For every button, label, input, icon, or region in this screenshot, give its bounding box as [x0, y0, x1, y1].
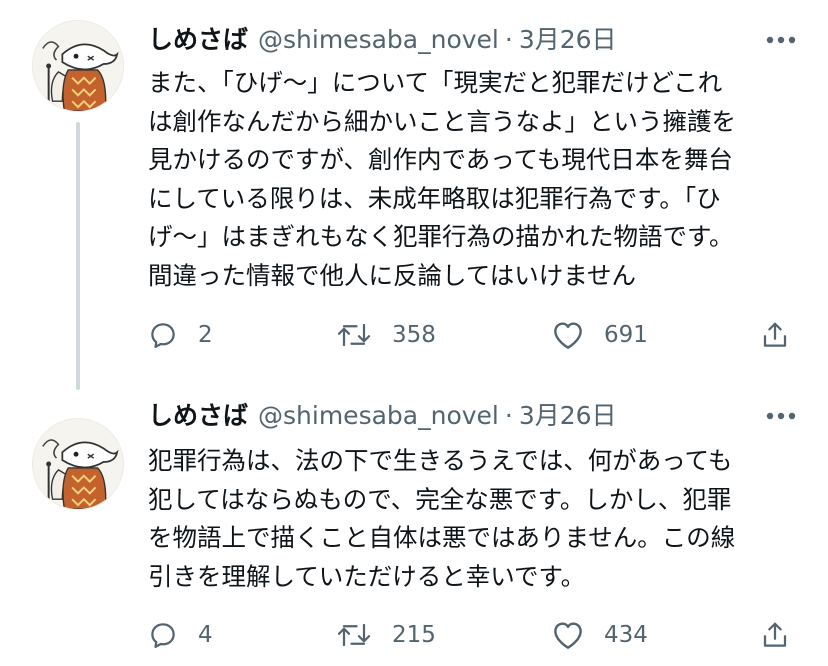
- action-bar: 2 358 691: [148, 314, 808, 356]
- action-bar: 4 215 434: [148, 614, 808, 656]
- tweet-header: しめさば @shimesaba_novel · 3月26日: [148, 22, 617, 58]
- share-button[interactable]: [760, 614, 790, 656]
- like-button[interactable]: 434: [552, 614, 648, 656]
- more-dots-icon: [766, 412, 796, 420]
- tweet-date[interactable]: 3月26日: [519, 398, 617, 434]
- tweet-text-line: は創作なんだから細かいこと言うなよ」という擁護を: [148, 106, 736, 136]
- tweet-text-line: 引きを理解していただけると幸いです。: [148, 561, 586, 591]
- avatar[interactable]: [32, 20, 124, 112]
- heart-icon: [554, 622, 582, 649]
- like-button[interactable]: 691: [552, 314, 648, 356]
- avatar[interactable]: [32, 418, 124, 510]
- thread-connector-line: [76, 122, 80, 390]
- retweet-icon: [337, 623, 371, 647]
- more-dots-icon: [766, 36, 796, 44]
- tweet[interactable]: しめさば @shimesaba_novel · 3月26日 また、「ひげ〜」につ…: [0, 0, 828, 396]
- separator-dot: ·: [504, 25, 513, 54]
- author-name[interactable]: しめさば: [148, 398, 248, 434]
- retweet-button[interactable]: 358: [336, 314, 436, 356]
- tweet-text-line: にしている限りは、未成年略取は犯罪行為です。「ひ: [148, 183, 721, 213]
- share-icon: [763, 322, 787, 347]
- share-icon: [763, 622, 787, 647]
- tweet-text-line: 犯罪行為は、法の下で生きるうえでは、何があっても: [148, 446, 733, 475]
- author-handle[interactable]: @shimesaba_novel: [258, 398, 499, 434]
- tweet-text-line: を物語上で描くこと自体は悪ではありません。この線: [148, 523, 736, 552]
- reply-icon: [151, 323, 175, 348]
- fish-character-avatar-icon: [33, 419, 123, 509]
- retweet-button[interactable]: 215: [336, 614, 436, 656]
- reply-count: 4: [198, 622, 213, 648]
- author-handle[interactable]: @shimesaba_novel: [258, 22, 499, 58]
- more-options-button[interactable]: [764, 402, 798, 430]
- reply-icon: [151, 623, 175, 648]
- like-count: 691: [604, 322, 648, 348]
- reply-count: 2: [198, 322, 213, 348]
- share-button[interactable]: [760, 314, 790, 356]
- retweet-count: 358: [392, 322, 436, 348]
- reply-button[interactable]: 2: [148, 314, 213, 356]
- fish-character-avatar-icon: [33, 21, 123, 111]
- tweet-text-line: 犯してはならぬもので、完全な悪です。しかし、犯罪: [148, 484, 732, 514]
- tweet-text-line: げ〜」はまぎれもなく犯罪行為の描かれた物語です。: [148, 222, 734, 251]
- reply-button[interactable]: 4: [148, 614, 213, 656]
- author-name[interactable]: しめさば: [148, 22, 248, 58]
- heart-icon: [554, 322, 582, 349]
- separator-dot: ·: [504, 401, 513, 430]
- tweet-text-line: また、「ひげ〜」について「現実だと犯罪だけどこれ: [148, 68, 723, 97]
- more-options-button[interactable]: [764, 26, 798, 54]
- tweet-date[interactable]: 3月26日: [519, 22, 617, 58]
- like-count: 434: [604, 622, 648, 648]
- tweet-text: 犯罪行為は、法の下で生きるうえでは、何があっても 犯してはならぬもので、完全な悪…: [148, 442, 798, 596]
- tweet-text: また、「ひげ〜」について「現実だと犯罪だけどこれ は創作なんだから細かいこと言う…: [148, 64, 798, 295]
- retweet-count: 215: [392, 622, 436, 648]
- tweet-text-line: 見かけるのですが、創作内であっても現代日本を舞台: [148, 145, 733, 174]
- tweet-text-line: 間違った情報で他人に反論してはいけません: [148, 260, 637, 290]
- tweet-header: しめさば @shimesaba_novel · 3月26日: [148, 398, 617, 434]
- retweet-icon: [337, 323, 371, 347]
